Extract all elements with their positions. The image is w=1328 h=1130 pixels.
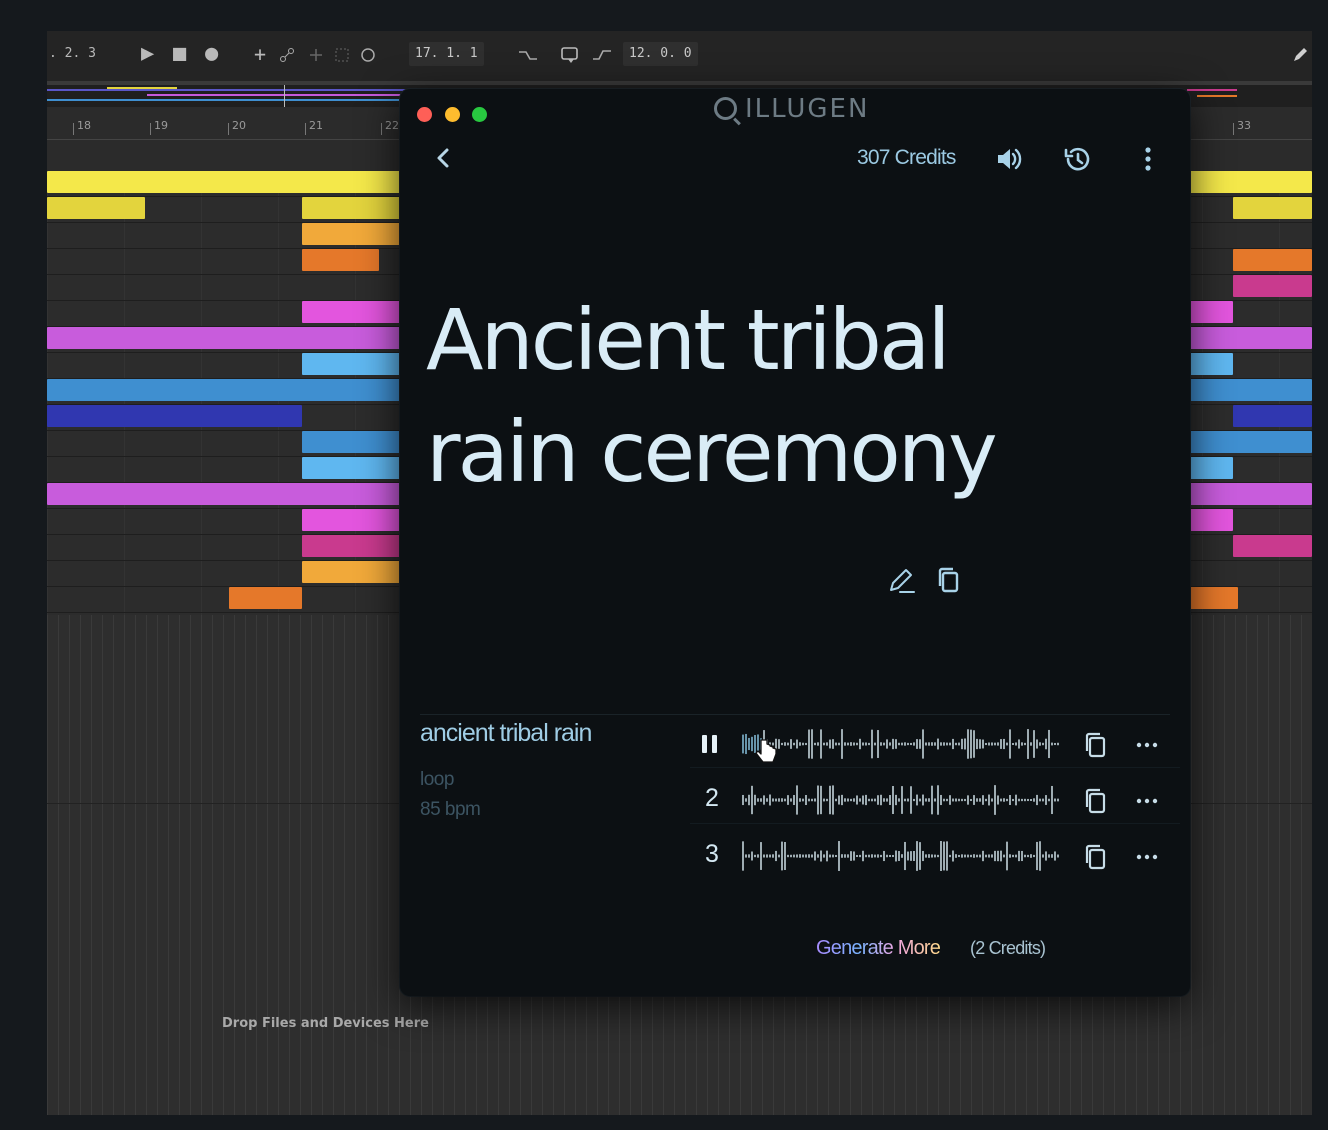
track-type: loop <box>420 769 454 790</box>
drop-files-hint: Drop Files and Devices Here <box>222 1016 429 1031</box>
illugen-plugin-window: ILLUGEN 307 Credits Ancient tribal rain … <box>400 89 1190 996</box>
close-window-button[interactable] <box>417 107 432 122</box>
clip[interactable] <box>47 197 145 219</box>
clip[interactable] <box>302 509 407 531</box>
loop-start-field[interactable]: 17. 1. 1 <box>409 42 484 66</box>
clip[interactable] <box>302 301 407 323</box>
more-horizontal-icon[interactable] <box>1134 786 1160 816</box>
automation-icon[interactable] <box>279 46 295 64</box>
add-locator-button[interactable]: + <box>254 31 266 81</box>
track-bpm: 85 bpm <box>420 799 481 820</box>
clip[interactable] <box>302 353 407 375</box>
variation-number[interactable]: 2 <box>700 784 724 813</box>
clip[interactable] <box>229 587 302 609</box>
ruler-label: 19 <box>150 119 168 135</box>
copy-icon[interactable] <box>1082 786 1110 816</box>
divider <box>420 714 1170 715</box>
clip[interactable] <box>1233 275 1312 297</box>
song-position[interactable]: . 2. 3 <box>49 31 96 81</box>
capture-icon[interactable] <box>334 47 350 63</box>
variation-row-2: 2 <box>690 774 1180 824</box>
history-icon[interactable] <box>1062 144 1092 174</box>
clip[interactable] <box>302 561 407 583</box>
prompt-title: Ancient tribal rain ceremony <box>426 291 998 501</box>
clip[interactable] <box>1187 483 1312 505</box>
session-record-icon[interactable] <box>360 47 376 63</box>
track-name: ancient tribal rain <box>420 719 592 747</box>
clip[interactable] <box>302 249 379 271</box>
clip[interactable] <box>1187 431 1312 453</box>
clip[interactable] <box>1233 405 1312 427</box>
clip[interactable] <box>47 327 407 349</box>
clip[interactable] <box>1187 457 1233 479</box>
credits-balance: 307 Credits <box>857 146 956 169</box>
hand-cursor-icon <box>755 739 777 763</box>
back-icon <box>437 148 449 168</box>
speaker-icon[interactable] <box>994 144 1024 174</box>
play-button[interactable]: ▶ <box>141 31 154 81</box>
variation-row-3: 3 <box>690 830 1180 880</box>
waveform[interactable] <box>742 728 1062 760</box>
daw-transport-bar: . 2. 3 ▶ ■ ● + 17. 1. 1 12. 0. 0 <box>47 31 1312 81</box>
more-vertical-icon[interactable] <box>1133 144 1163 174</box>
clip[interactable] <box>1233 535 1312 557</box>
ruler-label: 22 <box>381 119 399 135</box>
pause-icon[interactable] <box>698 732 722 756</box>
clip[interactable] <box>302 223 407 245</box>
clip[interactable] <box>302 457 407 479</box>
ruler-label: 33 <box>1233 119 1251 135</box>
clip[interactable] <box>1187 301 1233 323</box>
clip[interactable] <box>47 405 302 427</box>
clip[interactable] <box>47 483 407 505</box>
zoom-window-button[interactable] <box>472 107 487 122</box>
ruler-label: 20 <box>228 119 246 135</box>
clip[interactable] <box>1187 353 1233 375</box>
clip[interactable] <box>302 197 407 219</box>
more-horizontal-icon[interactable] <box>1134 730 1160 760</box>
more-horizontal-icon[interactable] <box>1134 842 1160 872</box>
punch-out-icon[interactable] <box>591 46 613 64</box>
illugen-logo: ILLUGEN <box>714 94 869 124</box>
minimize-window-button[interactable] <box>445 107 460 122</box>
clip[interactable] <box>47 171 407 193</box>
draw-mode-icon[interactable] <box>309 48 323 62</box>
edit-pencil-icon[interactable] <box>886 564 918 596</box>
stop-button[interactable]: ■ <box>173 31 186 81</box>
draw-pencil-icon[interactable] <box>1291 45 1309 65</box>
variation-number[interactable]: 3 <box>700 840 724 869</box>
generate-cost: (2 Credits) <box>970 938 1046 958</box>
clip[interactable] <box>1187 327 1312 349</box>
logo-mark-icon <box>714 97 737 120</box>
waveform[interactable] <box>742 840 1062 872</box>
clip[interactable] <box>1187 509 1233 531</box>
generate-more-button[interactable]: Generate More <box>816 937 941 960</box>
back-button[interactable] <box>434 144 452 178</box>
clip[interactable] <box>302 535 407 557</box>
waveform[interactable] <box>742 784 1062 816</box>
copy-icon[interactable] <box>934 564 964 596</box>
clip[interactable] <box>302 431 407 453</box>
clip[interactable] <box>1187 171 1312 193</box>
copy-icon[interactable] <box>1082 730 1110 760</box>
clip[interactable] <box>1233 249 1312 271</box>
copy-icon[interactable] <box>1082 842 1110 872</box>
ruler-label: 21 <box>305 119 323 135</box>
clip[interactable] <box>1187 379 1312 401</box>
record-button[interactable]: ● <box>205 31 218 81</box>
ruler-label: 18 <box>73 119 91 135</box>
loop-length-field[interactable]: 12. 0. 0 <box>623 42 698 66</box>
clip[interactable] <box>1187 587 1238 609</box>
punch-in-icon[interactable] <box>517 46 539 64</box>
loop-switch-icon[interactable] <box>559 45 581 65</box>
clip[interactable] <box>1233 197 1312 219</box>
clip[interactable] <box>47 379 407 401</box>
